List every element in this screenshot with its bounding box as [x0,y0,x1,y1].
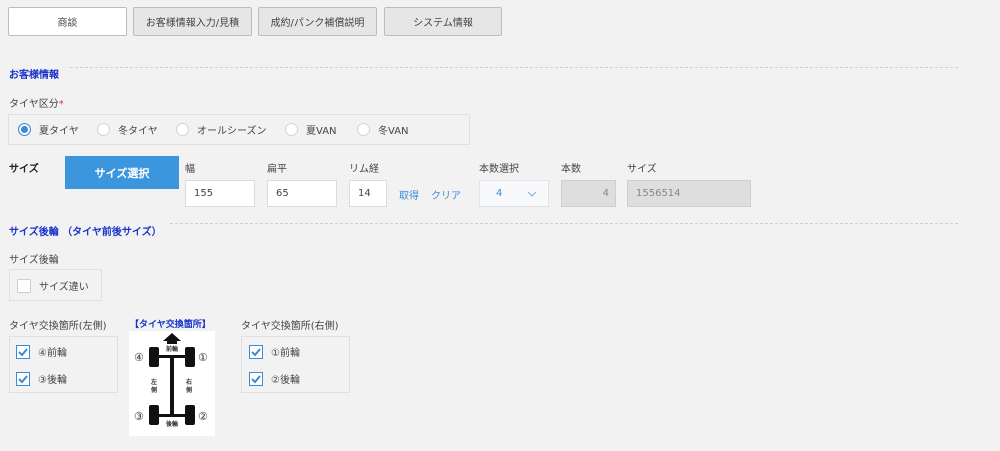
position-4-label: ④ [134,351,144,364]
aspect-ratio-input[interactable]: 65 [267,180,337,207]
radio-label: 冬タイヤ [118,126,158,137]
count-select[interactable]: 4 [479,180,549,207]
checkbox-right-front[interactable]: ①前輪 [249,344,300,359]
radio-dot-icon [97,123,110,136]
checkbox-label: ①前輪 [271,348,300,359]
checkbox-label: サイズ違い [39,282,89,293]
checkbox-label: ②後輪 [271,375,300,386]
size-result-label: サイズ [627,164,657,175]
size-select-button[interactable]: サイズ選択 [65,156,179,189]
size-diff-checkbox[interactable]: サイズ違い [17,278,89,293]
radio-dot-icon [18,123,31,136]
size-label: サイズ [9,164,39,175]
count-select-label: 本数選択 [479,164,519,175]
checkbox-left-rear[interactable]: ③後輪 [16,371,67,386]
position-2-label: ② [198,410,208,423]
fetch-link[interactable]: 取得 [399,187,419,202]
checkbox-checked-icon [16,344,30,359]
radio-winter-tire[interactable]: 冬タイヤ [97,122,158,137]
count-label: 本数 [561,164,581,175]
diagram-title: 【タイヤ交換箇所】 [130,320,211,330]
checkbox-checked-icon [16,371,30,386]
radio-dot-icon [285,123,298,136]
width-label: 幅 [185,164,195,175]
tire-position-diagram: 前輪 後輪 左側 右側 ④ ① ③ ② [129,331,215,436]
tire-type-label-text: タイヤ区分 [9,99,59,110]
front-label: 前輪 [165,345,179,354]
checkbox-empty-icon [17,278,31,293]
position-3-label: ③ [134,410,144,423]
checkbox-right-rear[interactable]: ②後輪 [249,371,300,386]
clear-link[interactable]: クリア [431,187,461,202]
left-side-label: 左側 [151,379,158,394]
checkbox-label: ④前輪 [38,348,67,359]
rear-label: 後輪 [165,420,179,429]
rear-size-section-title: サイズ後輪 （タイヤ前後サイズ） [9,227,162,238]
radio-dot-icon [357,123,370,136]
rear-size-label: サイズ後輪 [9,255,59,266]
radio-label: 夏タイヤ [39,126,79,137]
position-1-label: ① [198,351,208,364]
tab-customer-info-estimate[interactable]: お客様情報入力/見積 [133,7,252,36]
customer-section-title: お客様情報 [9,70,59,81]
radio-label: 冬VAN [378,126,409,137]
right-side-title: タイヤ交換箇所(右側) [241,321,339,332]
left-side-title: タイヤ交換箇所(左側) [9,321,107,332]
tire-type-label: タイヤ区分* [9,95,64,110]
required-mark: * [58,99,64,110]
width-input[interactable]: 155 [185,180,255,207]
checkbox-label: ③後輪 [38,375,67,386]
tab-system-info[interactable]: システム情報 [384,7,502,36]
radio-summer-tire[interactable]: 夏タイヤ [18,122,79,137]
radio-all-season[interactable]: オールシーズン [176,122,267,137]
size-result-field: 1556514 [627,180,751,207]
tab-negotiation[interactable]: 商談 [8,7,127,36]
count-select-value: 4 [496,188,503,199]
chevron-down-icon [527,191,537,197]
right-side-label: 右側 [186,379,193,394]
radio-winter-van[interactable]: 冬VAN [357,122,409,137]
tab-contract-puncture-warranty[interactable]: 成約/パンク補償説明 [258,7,377,36]
section-divider [170,223,958,224]
checkbox-left-front[interactable]: ④前輪 [16,344,67,359]
radio-dot-icon [176,123,189,136]
rim-diameter-input[interactable]: 14 [349,180,387,207]
radio-label: 夏VAN [306,126,337,137]
aspect-ratio-label: 扁平 [267,164,287,175]
checkbox-checked-icon [249,371,263,386]
checkbox-checked-icon [249,344,263,359]
radio-label: オールシーズン [197,126,267,137]
section-divider [70,67,958,68]
count-readonly-field: 4 [561,180,616,207]
rim-diameter-label: リム経 [349,164,379,175]
radio-summer-van[interactable]: 夏VAN [285,122,337,137]
